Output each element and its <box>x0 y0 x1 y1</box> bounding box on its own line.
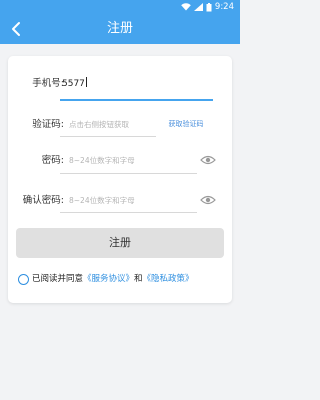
wifi-icon <box>181 3 191 11</box>
eye-icon[interactable] <box>200 195 216 205</box>
status-bar: 9:24 <box>0 0 240 14</box>
text-cursor <box>85 77 87 87</box>
status-icons: 9:24 <box>181 1 234 13</box>
privacy-policy-link[interactable]: 《隐私政策》 <box>143 273 194 285</box>
page-title: 注册 <box>106 21 133 36</box>
signal-icon <box>193 3 203 11</box>
eye-icon[interactable] <box>200 155 216 165</box>
confirm-password-label: 确认密码: <box>22 195 64 206</box>
agreement-and: 和 <box>134 274 143 284</box>
password-underline <box>60 173 197 174</box>
phone-label: 手机号: <box>32 78 64 89</box>
phone-input-value: 5577 <box>62 79 85 89</box>
get-code-button[interactable]: 获取验证码 <box>160 117 212 131</box>
agreement-row: 已阅读并同意 《服务协议》 和 《隐私政策》 <box>18 273 194 285</box>
verification-code-underline <box>60 136 156 137</box>
register-form-card <box>8 56 232 303</box>
phone-input[interactable]: 5577 <box>62 77 87 90</box>
password-label: 密码: <box>41 155 64 166</box>
agreement-prefix: 已阅读并同意 <box>32 274 84 284</box>
agreement-radio[interactable] <box>18 273 29 285</box>
password-input[interactable]: 8~24位数字和字母 <box>69 156 135 166</box>
verification-code-label: 验证码: <box>32 119 64 130</box>
phone-input-underline <box>60 99 213 101</box>
register-button[interactable]: 注册 <box>16 228 224 258</box>
service-agreement-link[interactable]: 《服务协议》 <box>83 273 134 285</box>
confirm-password-input[interactable]: 8~24位数字和字母 <box>69 196 135 206</box>
confirm-password-underline <box>60 212 197 213</box>
battery-icon <box>206 2 212 11</box>
status-time: 9:24 <box>214 2 234 12</box>
app-bar: 注册 <box>0 14 240 44</box>
verification-code-input[interactable]: 点击右侧按钮获取 <box>69 120 129 130</box>
